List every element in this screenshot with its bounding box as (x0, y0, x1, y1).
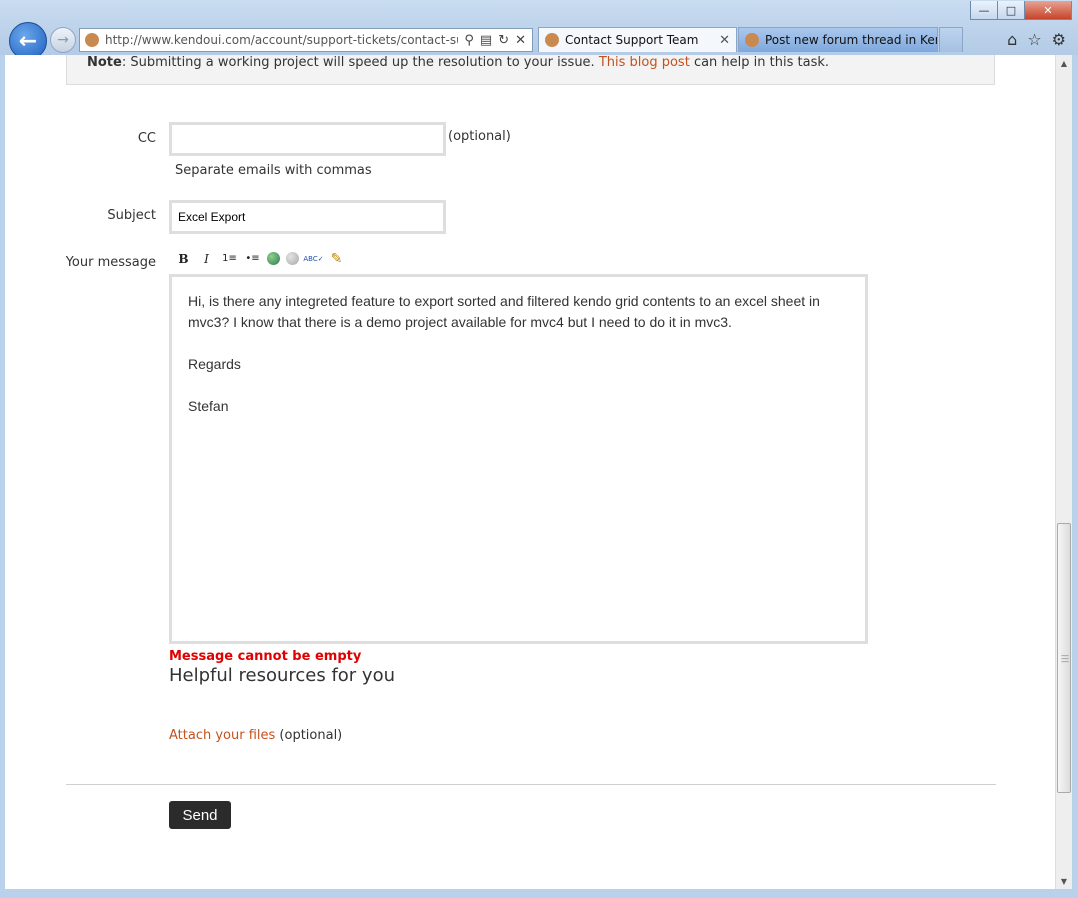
minimize-icon[interactable]: — (970, 1, 998, 20)
window-frame-bottom (0, 889, 1078, 898)
scroll-down-icon[interactable]: ▼ (1056, 873, 1072, 889)
cc-hint: Separate emails with commas (175, 163, 372, 178)
tab-label: Contact Support Team (565, 33, 699, 47)
paste-icon[interactable]: ✎ (328, 250, 345, 267)
vertical-scrollbar[interactable]: ▲ — — — ▼ (1055, 55, 1072, 889)
attach-row: Attach your files (optional) (169, 728, 342, 743)
home-icon[interactable]: ⌂ (1007, 30, 1017, 49)
search-icon[interactable]: ⚲ (464, 33, 474, 48)
editor-toolbar: B I 1≡ •≡ ABC✓ ✎ (175, 250, 345, 267)
tab-contact-support[interactable]: Contact Support Team ✕ (538, 27, 737, 52)
address-url[interactable]: http://www.kendoui.com/account/support-t… (105, 33, 458, 47)
close-tab-icon[interactable]: ✕ (719, 33, 730, 48)
scroll-up-icon[interactable]: ▲ (1056, 55, 1072, 71)
message-editor[interactable]: Hi, is there any integreted feature to e… (169, 274, 868, 644)
cc-input[interactable] (169, 122, 446, 156)
cc-label: CC (137, 131, 156, 146)
refresh-icon[interactable]: ↻ (498, 33, 509, 48)
subject-label: Subject (107, 208, 156, 223)
note-text-after: can help in this task. (689, 55, 829, 70)
window-controls: — □ ✕ (970, 1, 1072, 20)
scroll-thumb[interactable]: — — — (1057, 523, 1071, 793)
grip-icon: — — — (1061, 651, 1069, 666)
spellcheck-icon[interactable]: ABC✓ (303, 250, 323, 267)
browser-chrome: — □ ✕ ← → http://www.kendoui.com/account… (0, 0, 1078, 60)
compatibility-icon[interactable]: ▤ (480, 33, 492, 48)
address-bar[interactable]: http://www.kendoui.com/account/support-t… (79, 28, 533, 52)
note-label: Note (87, 55, 122, 70)
tab-forum-thread[interactable]: Post new forum thread in Ken... (738, 27, 938, 52)
message-paragraph: Stefan (188, 398, 229, 414)
tab-favicon-icon (745, 33, 759, 47)
blog-post-link[interactable]: This blog post (599, 55, 690, 70)
note-box: Note: Submitting a working project will … (66, 55, 995, 85)
ordered-list-button[interactable]: 1≡ (221, 250, 238, 267)
tab-label: Post new forum thread in Ken... (765, 33, 938, 47)
message-error: Message cannot be empty (169, 649, 362, 664)
cc-optional-text: (optional) (448, 129, 511, 144)
form-divider (66, 784, 996, 785)
resources-heading: Helpful resources for you (169, 665, 396, 686)
subject-input[interactable] (169, 200, 446, 234)
site-favicon-icon (85, 33, 99, 47)
page-viewport: Note: Submitting a working project will … (5, 55, 1055, 889)
attach-files-link[interactable]: Attach your files (169, 728, 275, 743)
maximize-icon[interactable]: □ (997, 1, 1025, 20)
new-tab-button[interactable] (939, 27, 963, 52)
message-label: Your message (65, 255, 156, 270)
browser-toolbar-icons: ⌂ ☆ ⚙ (1007, 30, 1066, 49)
italic-button[interactable]: I (198, 250, 215, 267)
tab-favicon-icon (545, 33, 559, 47)
settings-gear-icon[interactable]: ⚙ (1052, 30, 1066, 49)
forward-arrow-icon[interactable]: → (50, 27, 76, 53)
send-button[interactable]: Send (169, 801, 231, 829)
message-paragraph: Hi, is there any integreted feature to e… (188, 293, 820, 330)
remove-link-icon[interactable] (286, 252, 299, 265)
note-text: : Submitting a working project will spee… (121, 55, 599, 70)
bold-button[interactable]: B (175, 250, 192, 267)
insert-link-icon[interactable] (267, 252, 280, 265)
address-tools: ⚲ ▤ ↻ ✕ (458, 33, 532, 48)
stop-icon[interactable]: ✕ (515, 33, 526, 48)
attach-optional-text: (optional) (279, 728, 343, 743)
favorites-star-icon[interactable]: ☆ (1027, 30, 1041, 49)
message-paragraph: Regards (188, 356, 241, 372)
unordered-list-button[interactable]: •≡ (244, 250, 261, 267)
close-window-icon[interactable]: ✕ (1024, 1, 1072, 20)
